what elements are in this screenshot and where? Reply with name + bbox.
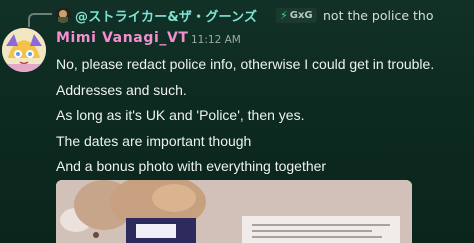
server-tag-label: GxG — [289, 10, 313, 21]
photo-attachment[interactable] — [56, 180, 412, 243]
message-line: No, please redact police info, otherwise… — [56, 56, 435, 72]
server-tag-badge[interactable]: ⚡ GxG — [276, 8, 317, 23]
lightning-icon: ⚡ — [280, 9, 288, 22]
message-line: The dates are important though — [56, 133, 252, 149]
message-author-name[interactable]: Mimi Vanagi_VT — [56, 30, 189, 46]
reply-connector — [28, 13, 52, 27]
message-line: As long as it's UK and 'Police', then ye… — [56, 107, 305, 123]
message-line: And a bonus photo with everything togeth… — [56, 158, 327, 174]
avatar-image[interactable] — [2, 28, 46, 72]
reply-author-name[interactable]: @ストライカー&ザ・グーンズ — [75, 6, 257, 25]
reply-preview[interactable]: @ストライカー&ザ・グーンズ ⚡ GxG not the police tho — [0, 0, 474, 28]
message-timestamp: 11:12 AM — [191, 34, 241, 46]
reply-avatar-image[interactable] — [55, 7, 71, 23]
reply-message-text[interactable]: not the police tho — [323, 8, 433, 23]
message-line: Addresses and such. — [56, 82, 187, 98]
